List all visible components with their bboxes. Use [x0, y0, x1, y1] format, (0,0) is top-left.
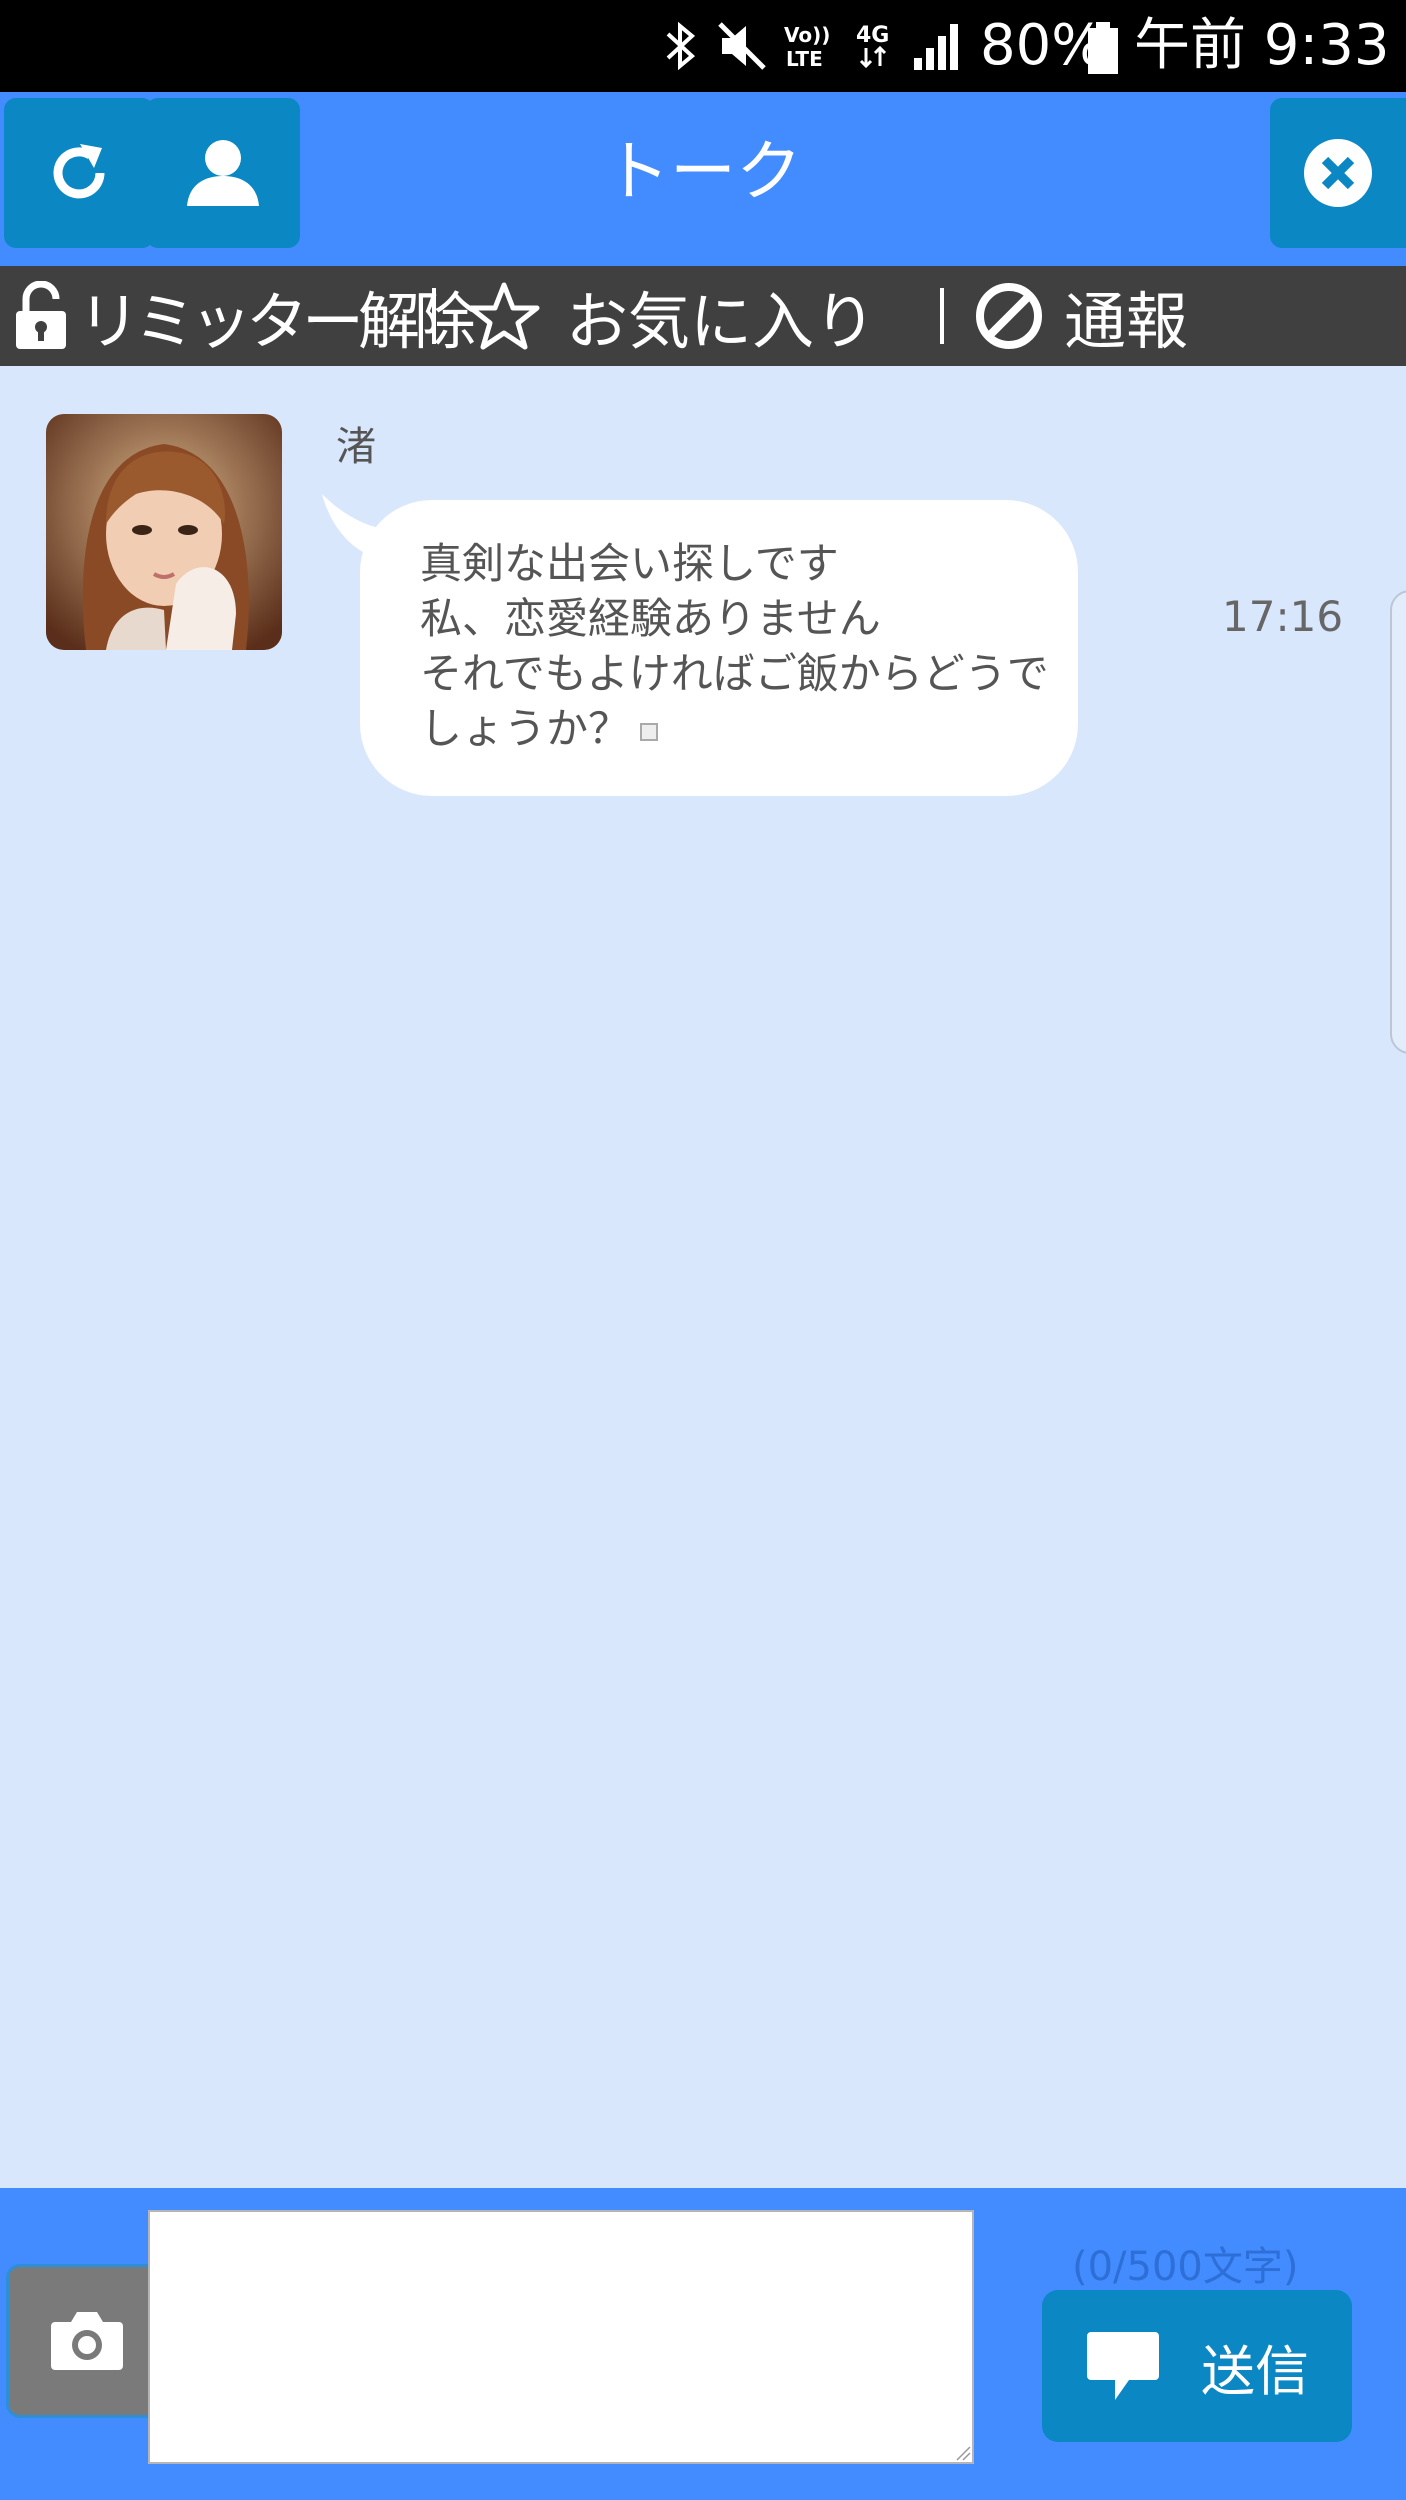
svg-text:Vo)): Vo)) — [784, 23, 830, 47]
read-mark-icon — [640, 722, 659, 741]
char-counter: (0/500文字) — [1072, 2244, 1299, 2290]
divider — [940, 288, 944, 344]
bluetooth-icon — [666, 21, 696, 71]
favorite-button[interactable]: お気に入り — [468, 266, 876, 366]
mute-icon — [718, 22, 766, 70]
report-button[interactable]: 通報 — [974, 266, 1188, 366]
limiter-release-button[interactable]: リミッター解除 — [14, 266, 476, 366]
header: トーク — [0, 92, 1406, 266]
composer: (0/500文字) 送信 — [0, 2188, 1406, 2500]
message-bubble: 真剣な出会い探しです 私、恋愛経験ありません それでもよければご飯からどうでしょ… — [360, 500, 1078, 796]
send-label: 送信 — [1201, 2339, 1309, 2403]
message-text: 真剣な出会い探しです 私、恋愛経験ありません それでもよければご飯からどうでしょ… — [420, 536, 1060, 756]
report-label: 通報 — [1064, 285, 1189, 358]
prohibited-icon — [976, 283, 1042, 349]
camera-icon — [51, 2312, 123, 2370]
svg-text:4G: 4G — [856, 23, 889, 48]
side-scroll-handle[interactable] — [1390, 590, 1406, 1054]
page-title: トーク — [604, 133, 802, 210]
speech-bubble-icon — [1087, 2332, 1159, 2400]
status-bar: Vo)) LTE 4G 80% 午前 9:33 — [0, 0, 1406, 92]
resize-grip-icon[interactable] — [955, 2445, 971, 2461]
camera-button[interactable] — [6, 2264, 168, 2418]
close-button[interactable] — [1270, 98, 1406, 248]
message-time: 17:16 — [1222, 592, 1344, 641]
volte-icon: Vo)) LTE — [784, 23, 830, 71]
limiter-release-label: リミッター解除 — [78, 285, 476, 358]
close-icon — [1304, 139, 1372, 207]
message-input[interactable] — [148, 2210, 974, 2464]
sender-name: 渚 — [336, 424, 376, 470]
avatar[interactable] — [46, 414, 282, 650]
send-button[interactable]: 送信 — [1042, 2290, 1352, 2442]
svg-text:LTE: LTE — [786, 47, 823, 71]
message-body: 真剣な出会い探しです 私、恋愛経験ありません それでもよければご飯からどうでしょ… — [420, 539, 1049, 753]
favorite-label: お気に入り — [566, 285, 877, 358]
clock: 午前 9:33 — [1134, 13, 1390, 78]
signal-icon — [914, 24, 958, 70]
4g-icon: 4G — [856, 23, 889, 69]
action-bar: リミッター解除 お気に入り 通報 — [0, 266, 1406, 366]
lock-icon — [16, 281, 66, 349]
avatar-photo — [46, 414, 282, 650]
star-icon — [468, 282, 540, 350]
divider — [432, 288, 436, 344]
battery-icon — [1088, 22, 1118, 74]
